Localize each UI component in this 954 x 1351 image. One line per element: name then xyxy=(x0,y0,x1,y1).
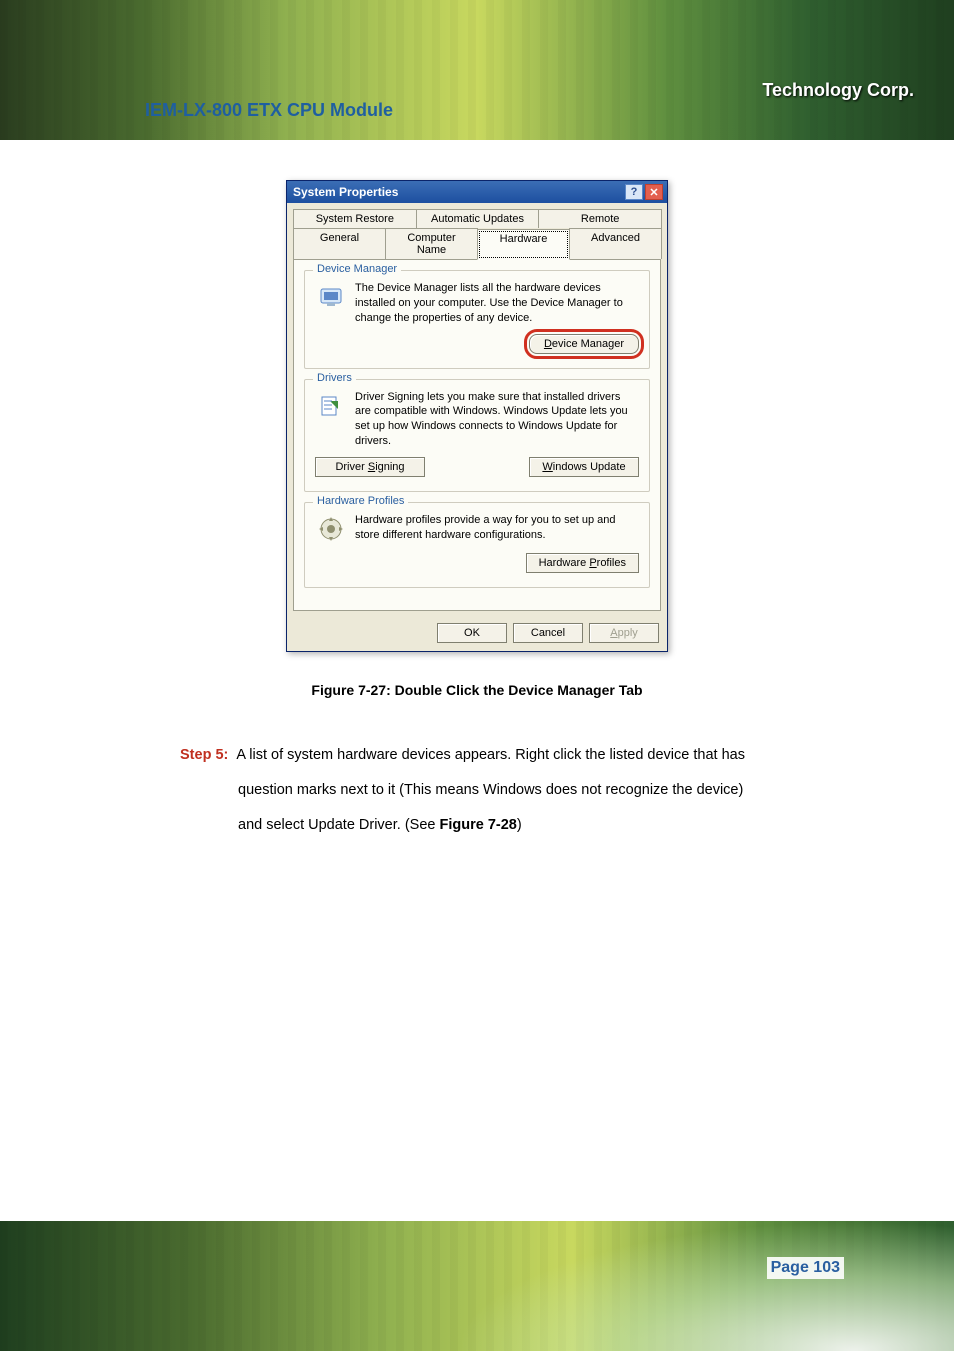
windows-update-button[interactable]: Windows Update xyxy=(529,457,639,477)
group-drivers: Drivers Driver Signing lets you make sur… xyxy=(304,379,650,492)
page-number: Page 103 xyxy=(767,1257,844,1279)
group-text: Hardware profiles provide a way for you … xyxy=(355,513,639,545)
step-5-block: Step 5: A list of system hardware device… xyxy=(180,738,774,842)
tab-panel-hardware: Device Manager The Device Manager lists … xyxy=(293,259,661,611)
group-device-manager: Device Manager The Device Manager lists … xyxy=(304,270,650,369)
step-text-line3c: ) xyxy=(517,817,522,833)
hardware-profiles-button[interactable]: Hardware Profiles xyxy=(526,553,639,573)
group-text: The Device Manager lists all the hardwar… xyxy=(355,281,639,326)
close-button[interactable]: ✕ xyxy=(645,184,663,200)
document-title: IEM-LX-800 ETX CPU Module xyxy=(145,100,393,121)
apply-button[interactable]: Apply xyxy=(589,623,659,643)
step-text-line1: A list of system hardware devices appear… xyxy=(236,747,745,763)
step-label: Step 5: xyxy=(180,747,228,763)
tab-general[interactable]: General xyxy=(293,228,386,259)
device-manager-button-label: evice Manager xyxy=(552,338,624,350)
header-banner: Technology Corp. xyxy=(0,0,954,140)
device-manager-button[interactable]: Device Manager xyxy=(529,334,639,354)
tab-hardware[interactable]: Hardware xyxy=(477,229,570,260)
group-legend: Device Manager xyxy=(313,263,401,275)
group-legend: Hardware Profiles xyxy=(313,495,408,507)
system-properties-dialog: System Properties ? ✕ System Restore Aut… xyxy=(286,180,668,652)
tab-automatic-updates[interactable]: Automatic Updates xyxy=(416,209,540,228)
group-text: Driver Signing lets you make sure that i… xyxy=(355,390,639,449)
footer-banner: Page 103 xyxy=(0,1221,954,1351)
brand-logo-text: Technology Corp. xyxy=(762,80,914,101)
tab-advanced[interactable]: Advanced xyxy=(569,228,662,259)
hardware-profiles-icon xyxy=(315,513,347,545)
tabs-row-bottom: General Computer Name Hardware Advanced xyxy=(287,228,667,259)
tab-system-restore[interactable]: System Restore xyxy=(293,209,417,228)
tabs-row-top: System Restore Automatic Updates Remote xyxy=(287,203,667,228)
device-manager-icon xyxy=(315,281,347,313)
tab-remote[interactable]: Remote xyxy=(538,209,662,228)
help-button[interactable]: ? xyxy=(625,184,643,200)
tab-computer-name[interactable]: Computer Name xyxy=(385,228,478,259)
dialog-titlebar: System Properties ? ✕ xyxy=(287,181,667,203)
dialog-footer: OK Cancel Apply xyxy=(287,617,667,651)
step-text-line2: question marks next to it (This means Wi… xyxy=(238,773,743,808)
figure-caption: Figure 7-27: Double Click the Device Man… xyxy=(0,682,954,698)
dialog-title: System Properties xyxy=(293,185,398,199)
figure-ref: Figure 7-28 xyxy=(440,817,517,833)
drivers-icon xyxy=(315,390,347,422)
cancel-button[interactable]: Cancel xyxy=(513,623,583,643)
ok-button[interactable]: OK xyxy=(437,623,507,643)
group-hardware-profiles: Hardware Profiles Hardware profiles prov… xyxy=(304,502,650,588)
driver-signing-button[interactable]: Driver Signing xyxy=(315,457,425,477)
step-text-line3a: and select Update Driver. (See xyxy=(238,817,440,833)
group-legend: Drivers xyxy=(313,372,356,384)
